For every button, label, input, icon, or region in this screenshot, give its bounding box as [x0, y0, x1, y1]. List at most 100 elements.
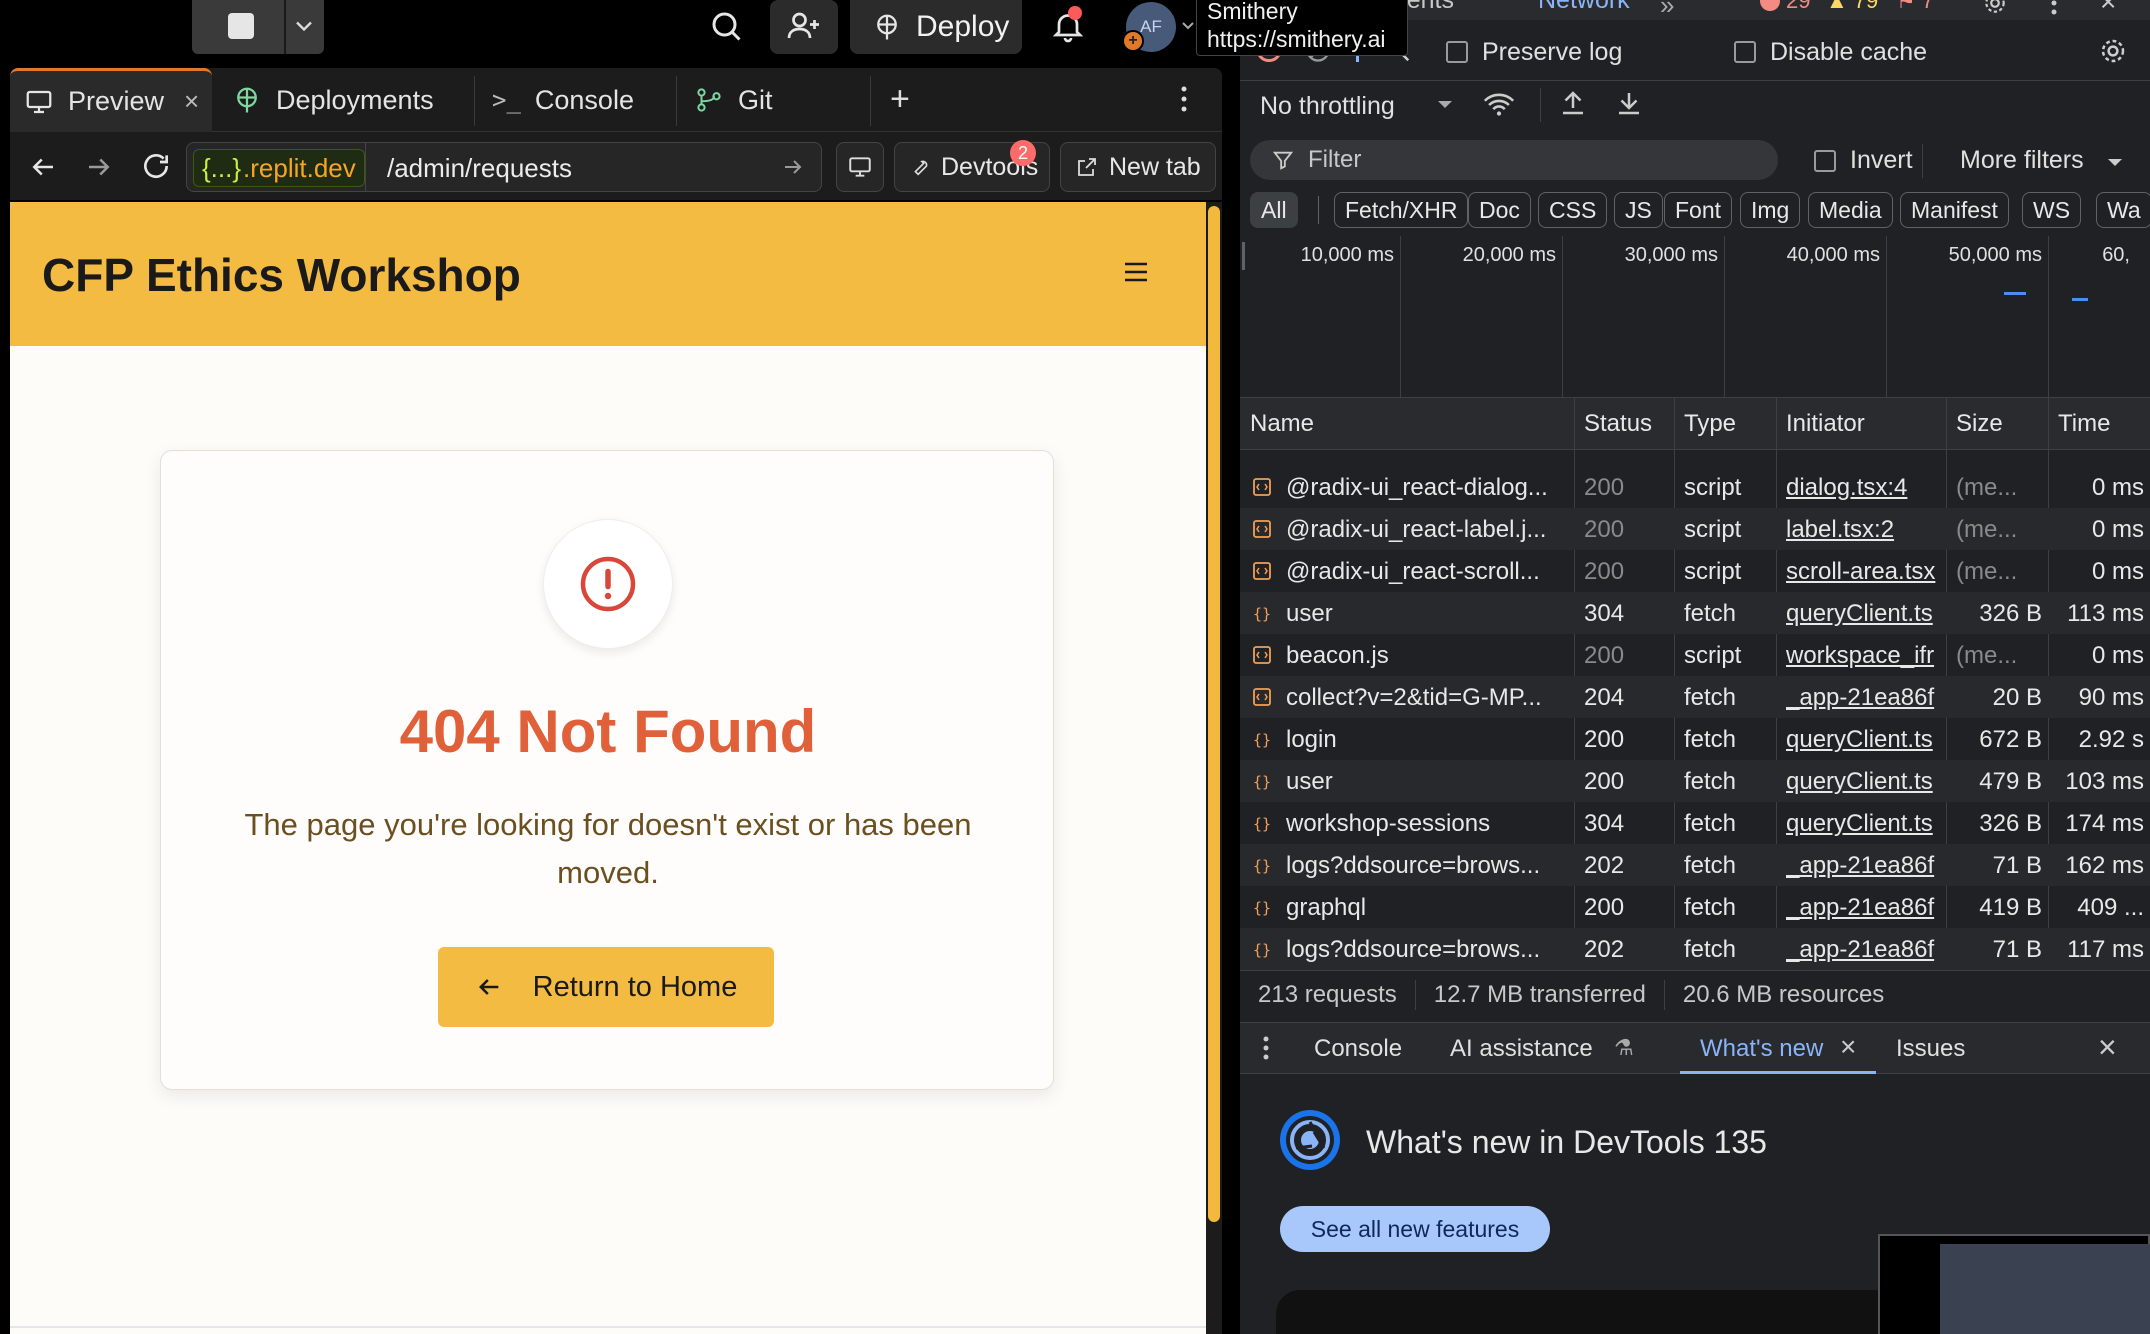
filter-chip-manifest[interactable]: Manifest — [1900, 192, 2009, 228]
request-initiator-link[interactable]: queryClient.ts — [1786, 726, 1946, 754]
request-status: 200 — [1584, 894, 1625, 921]
deploy-button[interactable]: Deploy — [850, 0, 1022, 54]
drawer-tab-whats-new[interactable]: What's new — [1700, 1035, 1823, 1063]
filter-chip-css[interactable]: CSS — [1538, 192, 1608, 228]
upload-icon[interactable] — [1558, 88, 1588, 118]
more-options-icon[interactable] — [1180, 84, 1188, 114]
close-tab-icon[interactable]: × — [1840, 1031, 1856, 1063]
tab-git[interactable]: Git — [680, 68, 876, 132]
filter-chip-img[interactable]: Img — [1740, 192, 1801, 228]
avatar-badge: + — [1122, 30, 1144, 52]
settings-gear-icon[interactable] — [1982, 0, 2008, 16]
filter-chip-wasm[interactable]: Wa — [2096, 192, 2150, 228]
throttling-select[interactable]: No throttling — [1260, 92, 1395, 121]
return-home-button[interactable]: Return to Home — [438, 947, 774, 1027]
see-all-features-button[interactable]: See all new features — [1280, 1206, 1550, 1252]
request-row[interactable]: {} workshop-sessions 304 fetch queryClient.t… — [1240, 802, 2150, 844]
column-header-name[interactable]: Name — [1250, 410, 1314, 438]
chevron-down-icon[interactable] — [1180, 14, 1196, 38]
request-row[interactable]: @radix-ui_react-scroll... 200 script scroll… — [1240, 550, 2150, 592]
column-header-type[interactable]: Type — [1684, 410, 1736, 438]
error-count[interactable]: 29 — [1760, 0, 1810, 14]
new-tab-plus-icon[interactable]: + — [890, 80, 910, 119]
request-row[interactable]: collect?v=2&tid=G-MP... 204 fetch _app-21ea… — [1240, 676, 2150, 718]
tab-preview[interactable]: Preview × — [10, 68, 212, 132]
fetch-icon: {} — [1252, 813, 1272, 833]
request-initiator-link[interactable]: queryClient.ts — [1786, 600, 1946, 628]
chevron-down-icon[interactable] — [290, 12, 318, 40]
stop-run-button[interactable] — [192, 0, 324, 54]
go-arrow-icon[interactable] — [781, 155, 805, 179]
chevron-down-icon[interactable] — [1436, 98, 1454, 112]
new-tab-button[interactable]: New tab — [1060, 142, 1216, 192]
more-options-icon[interactable] — [2050, 0, 2058, 16]
drawer-tab-issues[interactable]: Issues — [1896, 1035, 1965, 1063]
request-row[interactable]: @radix-ui_react-dialog... 200 script dialog… — [1240, 466, 2150, 508]
filter-chip-js[interactable]: JS — [1614, 192, 1663, 228]
network-conditions-icon[interactable] — [1482, 90, 1516, 120]
request-initiator-link[interactable]: dialog.tsx:4 — [1786, 474, 1946, 502]
forward-arrow-icon[interactable] — [84, 152, 114, 182]
request-initiator-link[interactable]: _app-21ea86f — [1786, 894, 1946, 922]
request-initiator-link[interactable]: _app-21ea86f — [1786, 684, 1946, 712]
request-row[interactable]: {} user 304 fetch queryClient.ts 326 B 113 ms — [1240, 592, 2150, 634]
hamburger-menu-icon[interactable] — [1122, 260, 1150, 284]
column-header-time[interactable]: Time — [2058, 410, 2110, 438]
request-row[interactable]: {} login 200 fetch queryClient.ts 672 B 2.92 s — [1240, 718, 2150, 760]
request-type: fetch — [1684, 936, 1737, 963]
monitor-icon — [24, 87, 54, 117]
preserve-log-checkbox[interactable] — [1446, 41, 1468, 63]
request-row[interactable]: {} user 200 fetch queryClient.ts 479 B 103 ms — [1240, 760, 2150, 802]
search-icon[interactable] — [708, 8, 744, 44]
chevron-down-icon[interactable] — [2106, 156, 2124, 170]
request-row[interactable]: beacon.js 200 script workspace_ifr (me... 0 m… — [1240, 634, 2150, 676]
more-filters-dropdown[interactable]: More filters — [1960, 146, 2084, 175]
video-thumbnail[interactable] — [1878, 1234, 2150, 1334]
filter-chip-doc[interactable]: Doc — [1468, 192, 1531, 228]
issue-count[interactable]: ⚑ 7 — [1896, 0, 1934, 14]
reload-icon[interactable] — [140, 150, 172, 182]
drawer-tab-ai-assistance[interactable]: AI assistance — [1450, 1035, 1593, 1063]
url-input[interactable]: {...} .replit.dev /admin/requests — [186, 142, 822, 192]
filter-input[interactable]: Filter — [1250, 140, 1778, 180]
column-header-status[interactable]: Status — [1584, 410, 1652, 438]
filter-chip-all[interactable]: All — [1250, 192, 1298, 228]
page-scrollbar[interactable] — [1206, 202, 1222, 1334]
close-icon[interactable]: × — [184, 86, 199, 117]
filter-chip-fetch-xhr[interactable]: Fetch/XHR — [1334, 192, 1469, 228]
tab-network[interactable]: Network — [1538, 0, 1630, 15]
filter-chip-media[interactable]: Media — [1808, 192, 1893, 228]
warning-count[interactable]: ▲ 79 — [1826, 0, 1878, 14]
request-initiator-link[interactable]: _app-21ea86f — [1786, 852, 1946, 880]
request-initiator-link[interactable]: queryClient.ts — [1786, 768, 1946, 796]
tab-console[interactable]: >_ Console — [478, 68, 678, 132]
filter-chip-font[interactable]: Font — [1664, 192, 1733, 228]
drawer-menu-icon[interactable] — [1262, 1035, 1270, 1061]
more-tabs-icon[interactable]: » — [1660, 0, 1674, 21]
request-row[interactable]: @radix-ui_react-label.j... 200 script label… — [1240, 508, 2150, 550]
tab-deployments[interactable]: Deployments — [218, 68, 478, 132]
filter-chip-ws[interactable]: WS — [2022, 192, 2082, 228]
request-initiator-link[interactable]: queryClient.ts — [1786, 810, 1946, 838]
drawer-tab-console[interactable]: Console — [1314, 1035, 1402, 1063]
request-initiator-link[interactable]: scroll-area.tsx — [1786, 558, 1946, 586]
scrollbar-thumb[interactable] — [1208, 206, 1220, 1222]
close-drawer-icon[interactable]: × — [2098, 1029, 2117, 1066]
network-timeline[interactable]: 10,000 ms 20,000 ms 30,000 ms 40,000 ms … — [1240, 236, 2150, 398]
network-settings-gear-icon[interactable] — [2098, 36, 2128, 66]
disable-cache-checkbox[interactable] — [1734, 41, 1756, 63]
request-row[interactable]: {} logs?ddsource=brows... 202 fetch _app-21e… — [1240, 928, 2150, 970]
column-header-initiator[interactable]: Initiator — [1786, 410, 1865, 438]
request-row[interactable]: {} logs?ddsource=brows... 202 fetch _app-21e… — [1240, 844, 2150, 886]
request-initiator-link[interactable]: label.tsx:2 — [1786, 516, 1946, 544]
download-icon[interactable] — [1614, 88, 1644, 118]
device-view-button[interactable] — [836, 142, 884, 192]
column-header-size[interactable]: Size — [1956, 410, 2003, 438]
invert-checkbox[interactable] — [1814, 150, 1836, 172]
back-arrow-icon[interactable] — [28, 152, 58, 182]
invite-user-button[interactable] — [770, 0, 838, 54]
close-devtools-icon[interactable]: × — [2100, 0, 2116, 18]
request-row[interactable]: {} graphql 200 fetch _app-21ea86f 419 B 409 ..… — [1240, 886, 2150, 928]
request-initiator-link[interactable]: _app-21ea86f — [1786, 936, 1946, 964]
request-initiator-link[interactable]: workspace_ifr — [1786, 642, 1946, 670]
